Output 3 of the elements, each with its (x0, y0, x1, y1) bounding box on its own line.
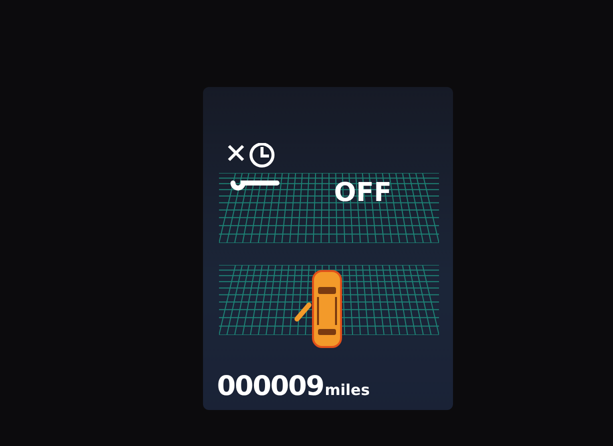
odometer-value: 000009 (217, 373, 324, 400)
odometer-unit: miles (324, 381, 370, 399)
maintenance-status: OFF (334, 180, 392, 206)
